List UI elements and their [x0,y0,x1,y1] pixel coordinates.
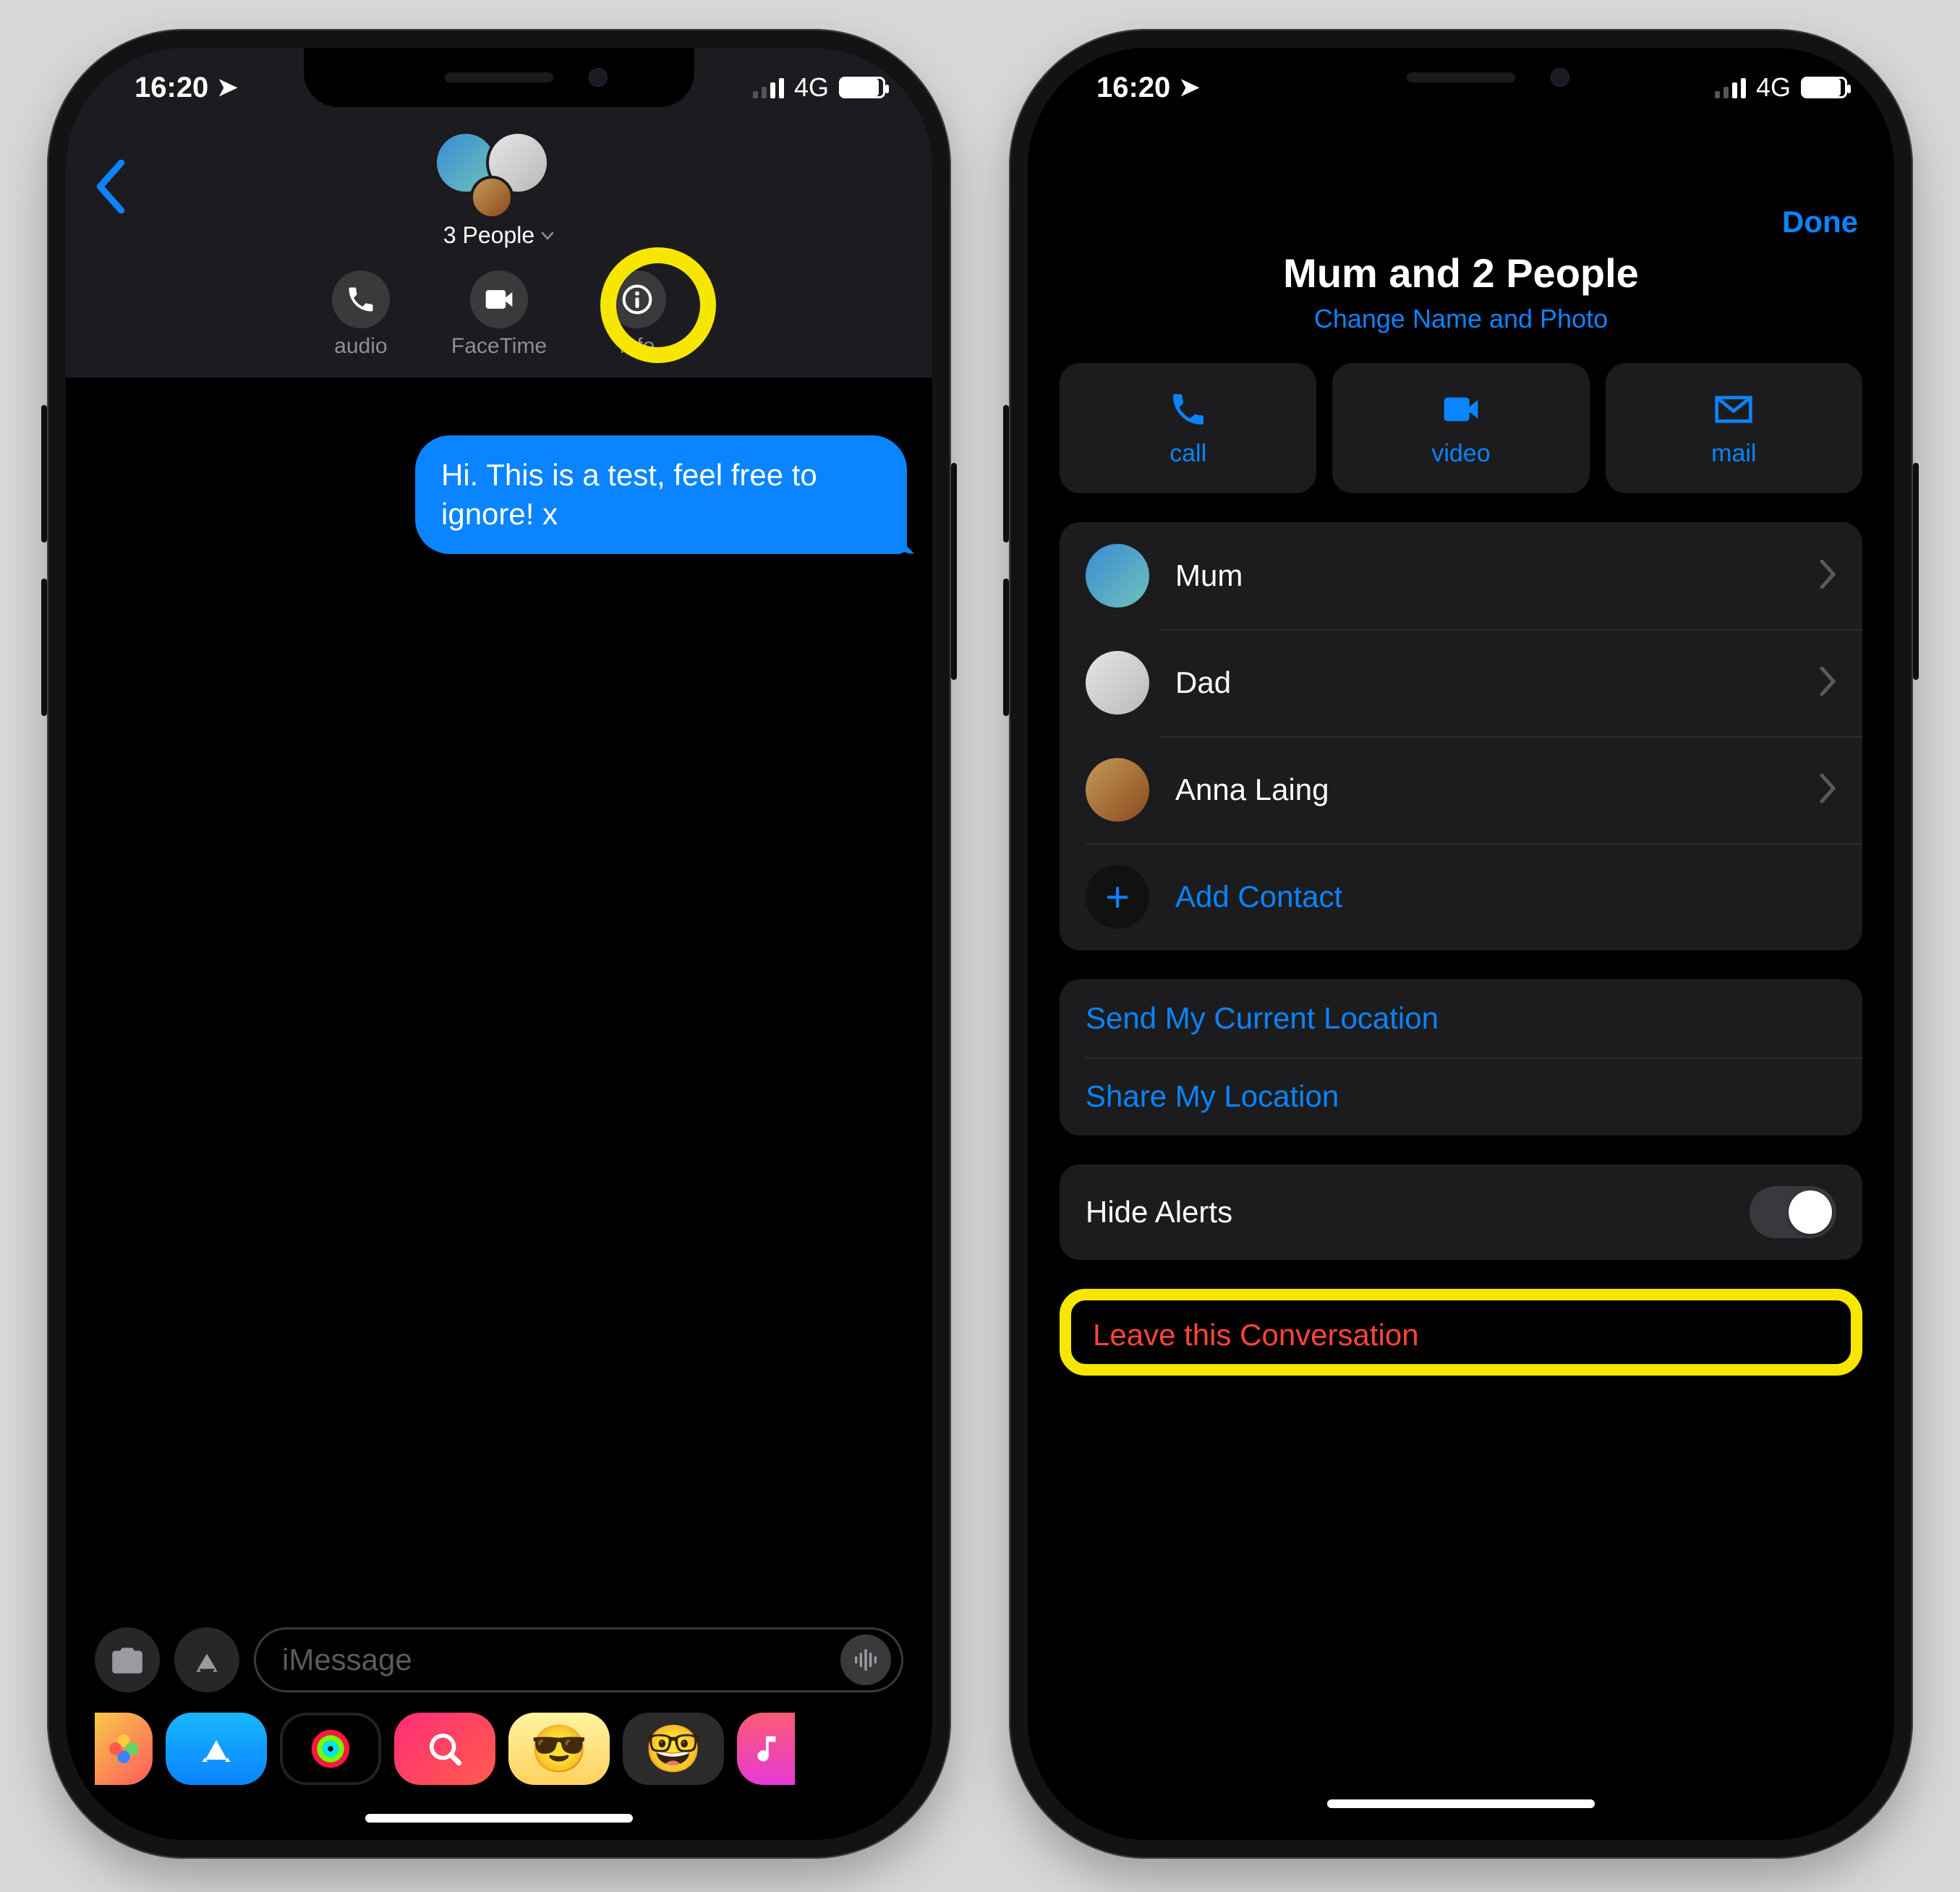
mail-button[interactable]: mail [1606,363,1862,493]
leave-conversation-button[interactable]: Leave this Conversation [1093,1318,1419,1352]
app-music[interactable] [737,1713,795,1785]
hide-alerts-toggle[interactable] [1750,1186,1836,1238]
call-button[interactable]: call [1060,363,1316,493]
done-button[interactable]: Done [1782,205,1858,239]
video-icon [483,284,515,315]
camera-button[interactable] [95,1627,160,1692]
app-find[interactable] [394,1713,495,1785]
network-label: 4G [1756,72,1791,103]
sent-message-bubble[interactable]: Hi. This is a test, feel free to ignore!… [415,435,907,554]
chevron-right-icon [1819,774,1836,806]
appstore-icon [189,1642,225,1678]
phone-left: 16:20 ➤ 4G 3 People [47,29,951,1859]
video-icon [1438,389,1484,430]
hide-alerts-row: Hide Alerts [1060,1164,1862,1260]
avatar [1086,758,1149,822]
location-services-icon: ➤ [217,73,238,102]
cell-signal-icon [753,77,784,98]
input-dock: iMessage 😎 [66,1617,932,1840]
facetime-button[interactable]: FaceTime [451,270,547,359]
photos-icon [106,1731,142,1767]
app-memoji-1[interactable]: 😎 [508,1713,610,1785]
dictation-button[interactable] [840,1635,891,1685]
message-input[interactable]: iMessage [254,1627,903,1692]
screen-messages: 16:20 ➤ 4G 3 People [66,48,932,1840]
activity-rings-icon [309,1727,352,1770]
status-time: 16:20 [1096,72,1170,104]
member-row-mum[interactable]: Mum [1060,522,1862,629]
app-strip[interactable]: 😎 🤓 [66,1708,932,1807]
music-note-icon [749,1732,783,1765]
alerts-card: Hide Alerts [1060,1164,1862,1260]
video-button[interactable]: video [1332,363,1589,493]
plus-icon: + [1086,865,1149,929]
app-fitness[interactable] [280,1713,381,1785]
audio-button[interactable]: audio [332,270,390,359]
group-avatars[interactable] [434,131,564,218]
send-location-button[interactable]: Send My Current Location [1060,979,1862,1057]
location-card: Send My Current Location Share My Locati… [1060,979,1862,1135]
phone-icon [1165,389,1211,430]
chevron-right-icon [1819,667,1836,699]
avatar [1086,651,1149,715]
screen-details: 16:20 ➤ 4G Done Mum and 2 People Change … [1028,48,1894,1840]
message-text: Hi. This is a test, feel free to ignore!… [441,458,817,531]
back-button[interactable] [95,160,127,217]
group-name: Mum and 2 People [1028,250,1894,297]
app-appstore[interactable] [166,1713,267,1785]
avatar [1086,544,1149,608]
group-title[interactable]: 3 People [443,222,555,249]
message-placeholder: iMessage [282,1642,412,1677]
highlight-circle [600,247,716,363]
app-photos[interactable] [95,1713,153,1785]
phone-right: 16:20 ➤ 4G Done Mum and 2 People Change … [1009,29,1913,1859]
share-location-button[interactable]: Share My Location [1060,1057,1862,1135]
details-sheet[interactable]: Done Mum and 2 People Change Name and Ph… [1028,174,1894,1840]
chevron-right-icon [1819,560,1836,592]
globe-search-icon [425,1729,465,1769]
home-indicator[interactable] [365,1814,633,1823]
appstore-a-icon [195,1727,238,1770]
members-card: Mum Dad Anna Laing + Add Contact [1060,522,1862,950]
change-name-button[interactable]: Change Name and Photo [1028,304,1894,334]
mail-icon [1710,389,1757,430]
battery-icon [839,77,885,98]
appstore-button[interactable] [174,1627,239,1692]
waveform-icon [851,1645,880,1674]
avatar [470,176,514,219]
status-time: 16:20 [135,72,208,104]
camera-icon [109,1642,145,1678]
home-indicator[interactable] [1327,1799,1595,1808]
chevron-down-icon [540,229,555,243]
add-contact-row[interactable]: + Add Contact [1060,843,1862,950]
phone-icon [345,284,377,315]
member-row-dad[interactable]: Dad [1060,629,1862,736]
location-services-icon: ➤ [1179,73,1200,102]
member-row-anna[interactable]: Anna Laing [1060,736,1862,843]
network-label: 4G [794,72,829,103]
app-memoji-2[interactable]: 🤓 [623,1713,724,1785]
battery-icon [1801,77,1847,98]
conversation-body[interactable]: Hi. This is a test, feel free to ignore!… [66,409,932,1551]
cell-signal-icon [1715,77,1746,98]
